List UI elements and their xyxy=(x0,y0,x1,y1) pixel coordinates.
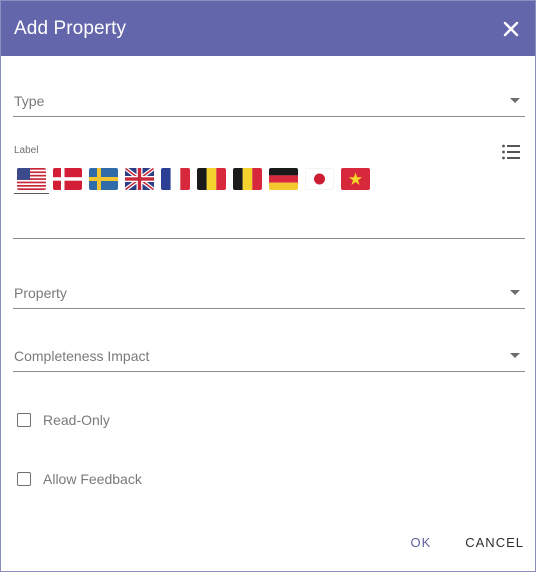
uk-flag-icon xyxy=(125,168,154,190)
type-select[interactable]: Type xyxy=(13,86,525,117)
cancel-button[interactable]: CANCEL xyxy=(465,531,524,554)
chevron-down-icon xyxy=(510,290,520,295)
completeness-impact-placeholder: Completeness Impact xyxy=(14,348,150,364)
flag-tab-japan[interactable] xyxy=(301,165,337,194)
label-input[interactable] xyxy=(13,201,525,239)
dialog-header: Add Property xyxy=(1,1,535,56)
completeness-impact-select[interactable]: Completeness Impact xyxy=(13,341,525,372)
chevron-down-icon xyxy=(510,353,520,358)
belgium-flag-icon xyxy=(197,168,226,190)
read-only-label: Read-Only xyxy=(43,412,110,428)
list-icon[interactable] xyxy=(501,143,521,161)
allow-feedback-checkbox[interactable] xyxy=(17,472,31,486)
flag-tab-uk[interactable] xyxy=(121,165,157,194)
read-only-checkbox[interactable] xyxy=(17,413,31,427)
add-property-dialog: Add Property Type Label Property Complet… xyxy=(0,0,536,572)
denmark-flag-icon xyxy=(53,168,82,190)
label-caption: Label xyxy=(14,145,39,156)
france-flag-icon xyxy=(161,168,190,190)
language-flag-tabs xyxy=(13,165,373,195)
us-flag-icon xyxy=(17,168,46,190)
vietnam-flag-icon xyxy=(341,168,370,190)
japan-flag-icon xyxy=(305,168,334,190)
flag-tab-us[interactable] xyxy=(13,165,49,194)
flag-tab-sweden[interactable] xyxy=(85,165,121,194)
read-only-checkbox-row[interactable]: Read-Only xyxy=(17,412,110,428)
flag-tab-belgium-2[interactable] xyxy=(229,165,265,194)
ok-button[interactable]: OK xyxy=(410,531,431,554)
chevron-down-icon xyxy=(510,98,520,103)
close-icon[interactable] xyxy=(499,17,523,41)
flag-tab-denmark[interactable] xyxy=(49,165,85,194)
dialog-actions: OK CANCEL xyxy=(410,531,524,554)
allow-feedback-label: Allow Feedback xyxy=(43,471,142,487)
flag-tab-france[interactable] xyxy=(157,165,193,194)
sweden-flag-icon xyxy=(89,168,118,190)
property-select[interactable]: Property xyxy=(13,278,525,309)
germany-flag-icon xyxy=(269,168,298,190)
belgium-flag-icon-2 xyxy=(233,168,262,190)
flag-tab-belgium[interactable] xyxy=(193,165,229,194)
flag-tab-vietnam[interactable] xyxy=(337,165,373,194)
dialog-title: Add Property xyxy=(14,17,127,39)
flag-tab-germany[interactable] xyxy=(265,165,301,194)
allow-feedback-checkbox-row[interactable]: Allow Feedback xyxy=(17,471,142,487)
type-select-placeholder: Type xyxy=(14,93,45,109)
property-select-placeholder: Property xyxy=(14,285,67,301)
